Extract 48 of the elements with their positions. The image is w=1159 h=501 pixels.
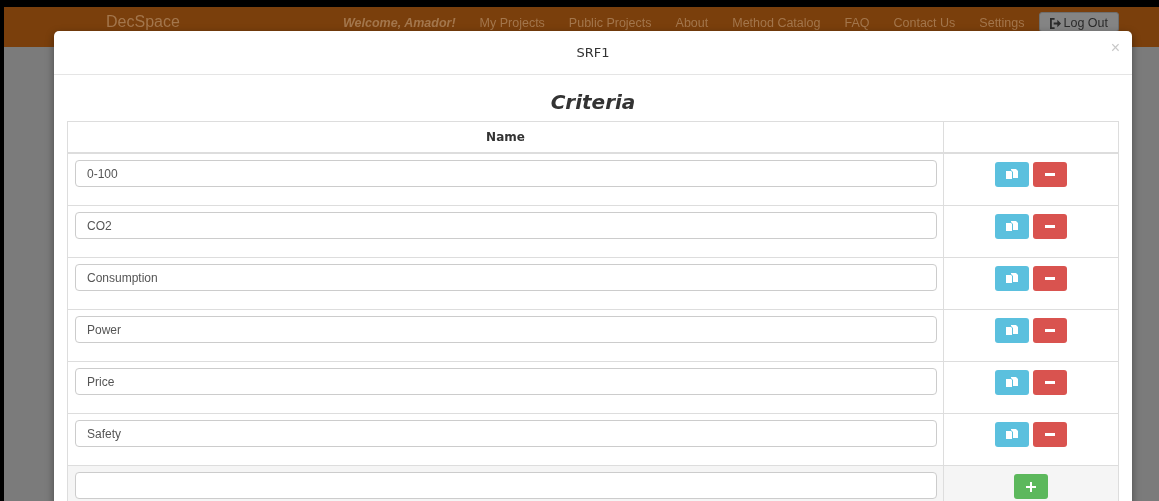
minus-icon <box>1045 381 1055 384</box>
minus-icon <box>1045 173 1055 176</box>
minus-icon <box>1045 329 1055 332</box>
minus-icon <box>1045 225 1055 228</box>
modal-title: SRF1 <box>576 45 610 60</box>
add-button[interactable] <box>1014 474 1048 499</box>
column-header: Name <box>68 122 944 152</box>
copy-icon <box>1006 169 1018 180</box>
remove-button[interactable] <box>1033 318 1067 343</box>
brand-logo[interactable]: DecSpace <box>106 13 332 31</box>
nav-link[interactable]: FAQ <box>832 7 882 30</box>
remove-button[interactable] <box>1033 266 1067 291</box>
copy-button[interactable] <box>995 318 1029 343</box>
remove-button[interactable] <box>1033 370 1067 395</box>
nav-link[interactable]: Public Projects <box>556 7 664 30</box>
copy-icon <box>1006 221 1018 232</box>
welcome-text: Welcome, Amador! <box>342 15 457 30</box>
copy-button[interactable] <box>995 422 1029 447</box>
copy-icon <box>1006 377 1018 388</box>
criterion-name-field[interactable]: CO2 <box>75 212 937 239</box>
criterion-name-field[interactable]: Consumption <box>75 264 937 291</box>
new-criterion-field[interactable] <box>75 472 937 499</box>
logout-button[interactable]: Log Out <box>1038 12 1119 32</box>
copy-button[interactable] <box>995 162 1029 187</box>
criterion-name-field[interactable]: 0-100 <box>75 160 937 187</box>
criterion-name-field[interactable]: Power <box>75 316 937 343</box>
criterion-name-field[interactable]: Safety <box>75 420 937 447</box>
copy-button[interactable] <box>995 370 1029 395</box>
nav-link[interactable]: My Projects <box>467 7 557 30</box>
close-button[interactable]: × <box>1110 40 1120 56</box>
minus-icon <box>1045 277 1055 280</box>
nav-link[interactable]: Contact Us <box>881 7 968 30</box>
sign-out-icon <box>1049 17 1061 29</box>
nav-link[interactable]: Method Catalog <box>720 7 833 30</box>
copy-icon <box>1006 273 1018 284</box>
plus-icon <box>1026 481 1036 492</box>
copy-button[interactable] <box>995 266 1029 291</box>
copy-button[interactable] <box>995 214 1029 239</box>
copy-icon <box>1006 429 1018 440</box>
section-heading: Criteria <box>549 90 637 114</box>
remove-button[interactable] <box>1033 422 1067 447</box>
remove-button[interactable] <box>1033 162 1067 187</box>
nav-link[interactable]: About <box>663 7 721 30</box>
criterion-name-field[interactable]: Price <box>75 368 937 395</box>
copy-icon <box>1006 325 1018 336</box>
remove-button[interactable] <box>1033 214 1067 239</box>
minus-icon <box>1045 433 1055 436</box>
nav-link[interactable]: Settings <box>967 7 1037 30</box>
